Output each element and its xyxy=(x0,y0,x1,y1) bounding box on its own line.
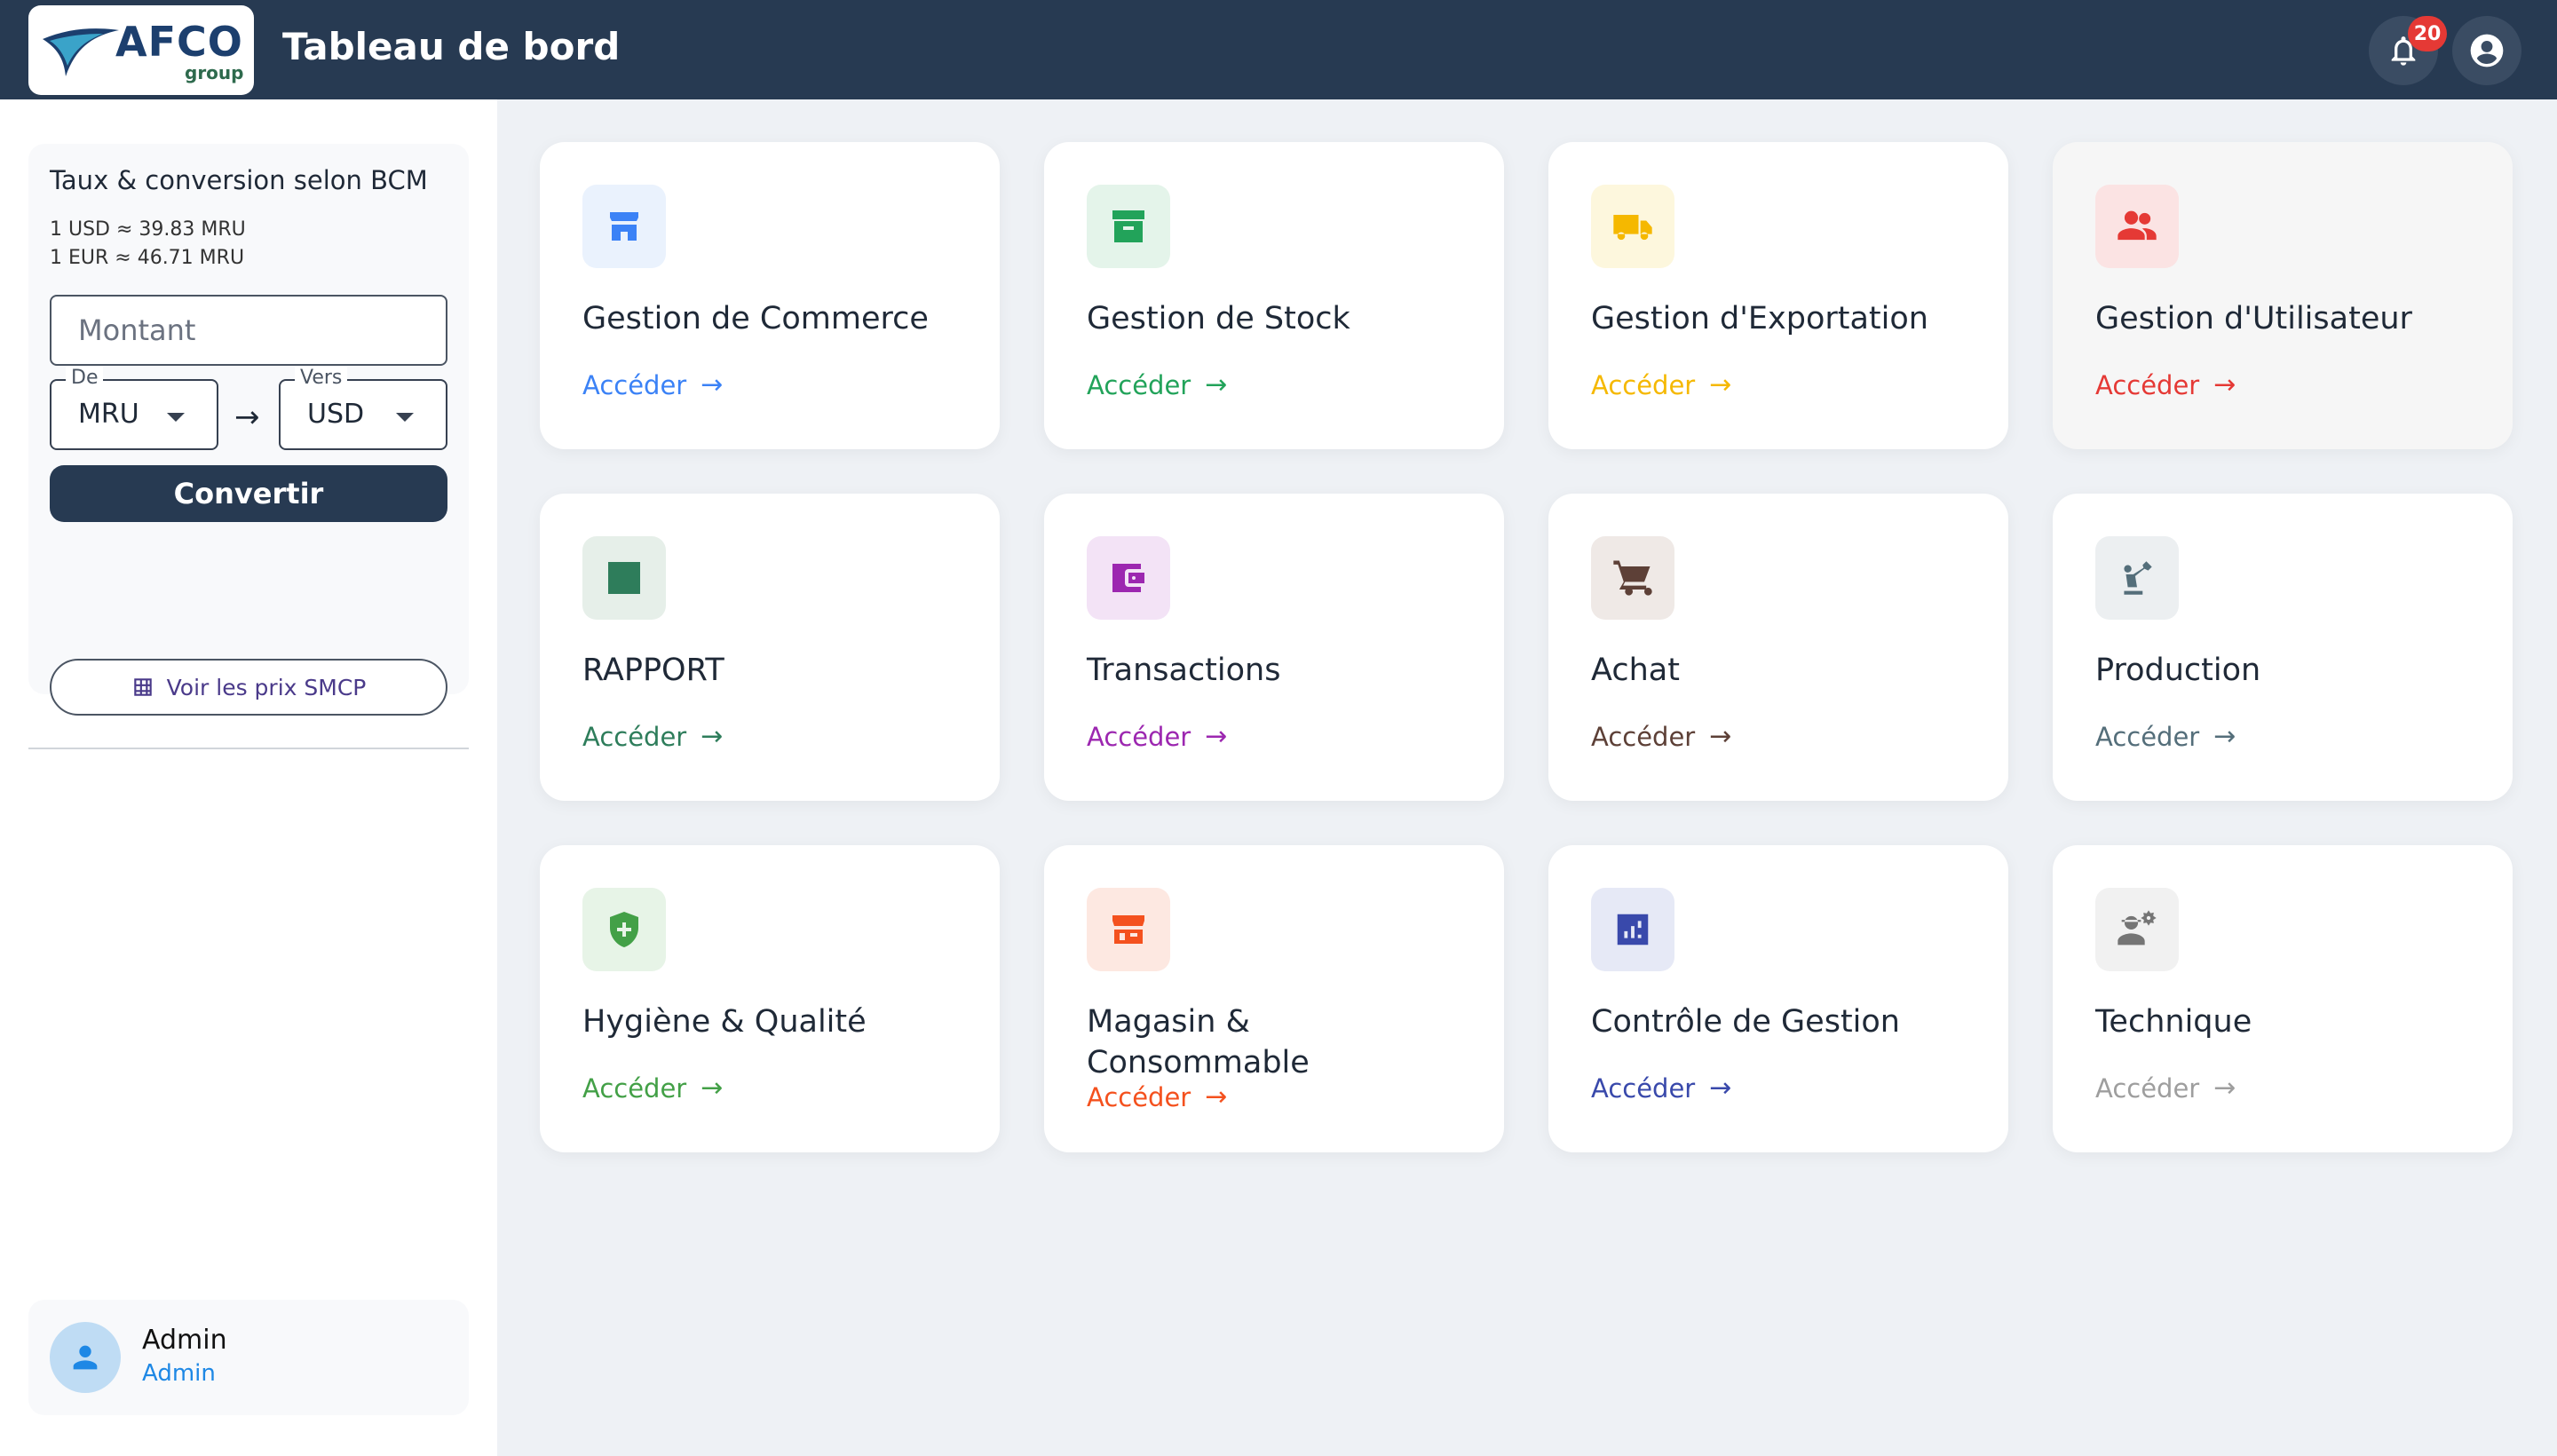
module-title: Production xyxy=(2095,653,2261,688)
account-circle-icon xyxy=(2470,34,2504,67)
module-card-transactions[interactable]: Transactions Accéder → xyxy=(1044,494,1504,801)
caret-down-icon xyxy=(396,413,414,422)
access-link[interactable]: Accéder → xyxy=(2095,369,2236,400)
avatar xyxy=(50,1322,121,1393)
arrow-right-icon: → xyxy=(2213,369,2236,400)
from-currency-select[interactable]: De MRU xyxy=(50,367,218,450)
chart-icon xyxy=(582,536,666,620)
company-logo[interactable]: AFCO group xyxy=(28,5,254,95)
from-label: De xyxy=(66,367,104,389)
access-link[interactable]: Accéder → xyxy=(582,369,723,400)
robot-arm-icon xyxy=(2095,536,2179,620)
currency-converter: Taux & conversion selon BCM 1 USD ≈ 39.8… xyxy=(28,144,469,716)
user-name: Admin xyxy=(142,1325,227,1356)
cart-icon xyxy=(1591,536,1674,620)
top-bar: AFCO group Tableau de bord 20 xyxy=(0,0,2557,99)
page-title: Tableau de bord xyxy=(282,25,621,68)
module-title: Hygiène & Qualité xyxy=(582,1004,867,1040)
rate-usd: 1 USD ≈ 39.83 MRU xyxy=(50,218,246,241)
store-icon xyxy=(582,185,666,268)
notification-badge: 20 xyxy=(2408,16,2447,51)
arrow-right-icon: → xyxy=(701,1072,724,1104)
module-card-export[interactable]: Gestion d'Exportation Accéder → xyxy=(1548,142,2008,449)
sidebar-divider xyxy=(28,748,469,749)
arrow-right-icon: → xyxy=(2213,721,2236,752)
truck-icon xyxy=(1591,185,1674,268)
module-card-stock[interactable]: Gestion de Stock Accéder → xyxy=(1044,142,1504,449)
arrow-right-icon: → xyxy=(1709,721,1732,752)
smcp-prices-button[interactable]: Voir les prix SMCP xyxy=(50,659,447,716)
profile-button[interactable] xyxy=(2452,16,2521,85)
module-title: Magasin & Consommable xyxy=(1087,1004,1310,1080)
module-title: Gestion d'Exportation xyxy=(1591,301,1928,336)
access-link[interactable]: Accéder → xyxy=(1087,721,1227,752)
access-link[interactable]: Accéder → xyxy=(582,721,723,752)
module-card-magasin[interactable]: Magasin & Consommable Accéder → xyxy=(1044,845,1504,1152)
engineer-icon xyxy=(2095,888,2179,971)
module-title: Technique xyxy=(2095,1004,2252,1040)
arrow-right-icon: → xyxy=(1709,369,1732,400)
module-card-production[interactable]: Production Accéder → xyxy=(2053,494,2513,801)
smcp-label: Voir les prix SMCP xyxy=(166,674,367,700)
storefront-icon xyxy=(1087,888,1170,971)
access-link[interactable]: Accéder → xyxy=(1591,721,1731,752)
module-title: Contrôle de Gestion xyxy=(1591,1004,1900,1040)
arrow-right-icon: → xyxy=(1709,1072,1732,1104)
logo-sub: group xyxy=(185,62,244,83)
person-icon xyxy=(73,1345,98,1370)
to-currency-select[interactable]: Vers USD xyxy=(279,367,447,450)
from-value: MRU xyxy=(78,399,139,430)
analytics-icon xyxy=(1591,888,1674,971)
rate-eur: 1 EUR ≈ 46.71 MRU xyxy=(50,247,245,269)
logo-text: AFCO xyxy=(115,18,243,66)
module-title: Gestion de Stock xyxy=(1087,301,1350,336)
module-title: Gestion de Commerce xyxy=(582,301,929,336)
table-icon xyxy=(133,678,152,696)
arrow-right-icon: → xyxy=(701,369,724,400)
logo-bird-icon xyxy=(43,28,119,76)
to-value: USD xyxy=(307,399,365,430)
module-card-achat[interactable]: Achat Accéder → xyxy=(1548,494,2008,801)
archive-icon xyxy=(1087,185,1170,268)
access-link[interactable]: Accéder → xyxy=(1591,1072,1731,1104)
module-title: RAPPORT xyxy=(582,653,724,688)
access-link[interactable]: Accéder → xyxy=(1087,369,1227,400)
module-title: Gestion d'Utilisateur xyxy=(2095,301,2412,336)
module-card-users[interactable]: Gestion d'Utilisateur Accéder → xyxy=(2053,142,2513,449)
arrow-right-icon: → xyxy=(1205,1081,1228,1112)
access-link[interactable]: Accéder → xyxy=(2095,1072,2236,1104)
module-title: Achat xyxy=(1591,653,1680,688)
converter-title: Taux & conversion selon BCM xyxy=(50,165,428,195)
access-link[interactable]: Accéder → xyxy=(2095,721,2236,752)
access-link[interactable]: Accéder → xyxy=(1087,1081,1227,1112)
module-card-technique[interactable]: Technique Accéder → xyxy=(2053,845,2513,1152)
arrow-right-icon: → xyxy=(1205,369,1228,400)
wallet-icon xyxy=(1087,536,1170,620)
shield-plus-icon xyxy=(582,888,666,971)
arrow-right-icon: → xyxy=(1205,721,1228,752)
module-card-rapport[interactable]: RAPPORT Accéder → xyxy=(540,494,1000,801)
to-label: Vers xyxy=(295,367,348,389)
users-icon xyxy=(2095,185,2179,268)
arrow-right-icon: → xyxy=(234,400,260,435)
user-role: Admin xyxy=(142,1360,216,1387)
caret-down-icon xyxy=(167,413,185,422)
arrow-right-icon: → xyxy=(701,721,724,752)
module-card-hygiene[interactable]: Hygiène & Qualité Accéder → xyxy=(540,845,1000,1152)
convert-button[interactable]: Convertir xyxy=(50,465,447,522)
access-link[interactable]: Accéder → xyxy=(1591,369,1731,400)
module-card-commerce[interactable]: Gestion de Commerce Accéder → xyxy=(540,142,1000,449)
amount-input[interactable] xyxy=(50,295,447,366)
module-title: Transactions xyxy=(1087,653,1281,688)
arrow-right-icon: → xyxy=(2213,1072,2236,1104)
access-link[interactable]: Accéder → xyxy=(582,1072,723,1104)
sidebar: Taux & conversion selon BCM 1 USD ≈ 39.8… xyxy=(0,99,497,1456)
user-card[interactable]: Admin Admin xyxy=(28,1300,469,1415)
module-card-controle[interactable]: Contrôle de Gestion Accéder → xyxy=(1548,845,2008,1152)
